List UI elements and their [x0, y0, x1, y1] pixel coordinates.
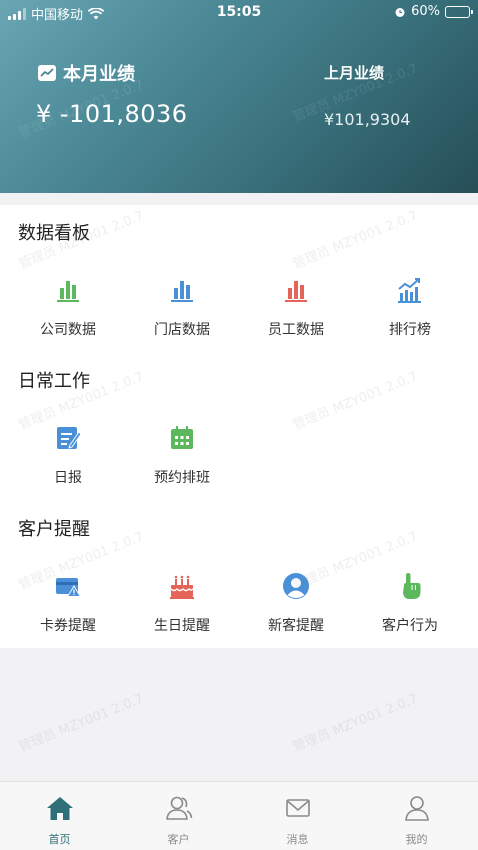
tab-bar: 首页 客户 消息 我的 [0, 781, 478, 850]
message-icon [285, 799, 310, 817]
watermark: 管理员 MZY001 2.0.7 [290, 691, 420, 756]
pointing-hand-icon [403, 573, 421, 599]
birthday-cake-icon [170, 575, 194, 599]
bar-chart-red-icon [285, 281, 307, 302]
status-bar: 中国移动 15:05 60% [0, 0, 478, 26]
customer-behavior-button[interactable]: 客户行为 [353, 571, 467, 635]
section-title-customer-reminders: 客户提醒 [18, 519, 90, 540]
battery-icon [445, 5, 473, 18]
leaderboard-button[interactable]: 排行榜 [353, 275, 467, 339]
appointment-schedule-button[interactable]: 预约排班 [125, 423, 239, 487]
current-month-title: 本月业绩 [38, 60, 135, 86]
watermark: 管理员 MZY001 2.0.7 [290, 369, 420, 434]
tab-home[interactable]: 首页 [0, 794, 119, 847]
tab-customers[interactable]: 客户 [119, 794, 238, 847]
daily-report-button[interactable]: 日报 [11, 423, 125, 487]
tab-messages[interactable]: 消息 [238, 794, 357, 847]
watermark: 管理员 MZY001 2.0.7 [290, 208, 420, 273]
profile-icon [404, 796, 429, 821]
new-customer-reminder-button[interactable]: 新客提醒 [239, 571, 353, 635]
section-title-daily-work: 日常工作 [18, 371, 90, 392]
new-customer-icon [283, 573, 309, 599]
store-data-button[interactable]: 门店数据 [125, 275, 239, 339]
employee-data-button[interactable]: 员工数据 [239, 275, 353, 339]
home-icon [46, 797, 73, 820]
calendar-icon [171, 426, 193, 449]
last-month-value: ¥101,9304 [324, 110, 411, 129]
chart-icon [38, 65, 56, 81]
current-month-value: ¥ -101,8036 [36, 100, 188, 128]
current-month-label: 本月业绩 [63, 64, 135, 85]
bar-chart-blue-icon [171, 281, 193, 302]
last-month-title: 上月业绩 [324, 64, 385, 82]
trend-chart-icon [398, 278, 421, 303]
bar-chart-green-icon [57, 281, 79, 302]
content-panel: 数据看板 公司数据 门店数据 员工数据 排行榜 日常工作 日报 预约排班 客户提… [0, 205, 478, 648]
daily-report-icon [57, 427, 82, 449]
birthday-reminder-button[interactable]: 生日提醒 [125, 571, 239, 635]
watermark: 管理员 MZY001 2.0.7 [16, 691, 146, 756]
card-warning-icon [56, 578, 81, 597]
performance-header: 中国移动 15:05 60% 本月业绩 ¥ -101,8036 上月业绩 ¥10… [0, 0, 478, 193]
section-title-dashboard: 数据看板 [18, 223, 90, 244]
battery-percent: 60% [411, 4, 440, 19]
customers-icon [165, 796, 192, 820]
tab-profile[interactable]: 我的 [357, 794, 476, 847]
card-reminder-button[interactable]: 卡券提醒 [11, 571, 125, 635]
company-data-button[interactable]: 公司数据 [11, 275, 125, 339]
alarm-icon [395, 7, 405, 17]
